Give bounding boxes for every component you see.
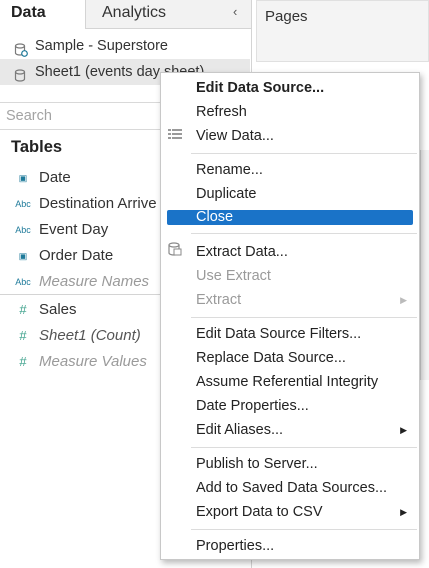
menu-close[interactable]: Close (167, 210, 413, 225)
data-source-label: Sample - Superstore (35, 38, 168, 54)
field-label: Date (39, 169, 71, 186)
menu-properties[interactable]: Properties... (161, 535, 419, 557)
menu-view-data[interactable]: View Data... (161, 125, 419, 147)
pages-label: Pages (265, 8, 308, 25)
menu-extract: Extract ▶ (161, 289, 419, 311)
side-pane-tabs: Data Analytics ‹ (0, 0, 252, 29)
field-label: Sheet1 (Count) (39, 327, 141, 344)
submenu-arrow-icon: ▶ (400, 295, 407, 305)
date-icon: ▣ (18, 251, 28, 261)
field-label: Order Date (39, 247, 114, 264)
tab-analytics[interactable]: Analytics (102, 0, 166, 28)
string-icon: Abc (15, 277, 31, 287)
menu-refresh[interactable]: Refresh (161, 101, 419, 123)
menu-rename[interactable]: Rename... (161, 159, 419, 181)
menu-edit-filters[interactable]: Edit Data Source Filters... (161, 323, 419, 345)
menu-replace-data-source[interactable]: Replace Data Source... (161, 347, 419, 369)
measure-icon: # (19, 328, 27, 343)
menu-separator (191, 233, 417, 234)
field-label: Measure Names (39, 273, 150, 290)
database-icon (14, 66, 28, 92)
pages-shelf[interactable]: Pages (256, 0, 429, 62)
menu-edit-data-source[interactable]: Edit Data Source... (161, 77, 419, 99)
shelf-fragment (420, 150, 429, 380)
field-label: Event Day (39, 221, 109, 238)
menu-separator (191, 317, 417, 318)
menu-separator (191, 529, 417, 530)
data-source-superstore[interactable]: Sample - Superstore (0, 33, 250, 59)
submenu-arrow-icon: ▶ (400, 507, 407, 517)
menu-add-to-saved-data-sources[interactable]: Add to Saved Data Sources... (161, 477, 419, 499)
menu-publish-to-server[interactable]: Publish to Server... (161, 453, 419, 475)
measure-icon: # (19, 354, 27, 369)
menu-export-data-to-csv[interactable]: Export Data to CSV ▶ (161, 501, 419, 523)
date-icon: ▣ (18, 173, 28, 183)
menu-extract-data[interactable]: Extract Data... (161, 241, 419, 263)
menu-separator (191, 153, 417, 154)
field-label: Destination Arrive (39, 195, 157, 212)
menu-date-properties[interactable]: Date Properties... (161, 395, 419, 417)
field-label: Measure Values (39, 353, 147, 370)
menu-use-extract: Use Extract (196, 268, 271, 284)
view-data-icon (166, 125, 184, 147)
extract-icon (166, 241, 184, 264)
submenu-arrow-icon: ▶ (400, 425, 407, 435)
collapse-pane-icon[interactable]: ‹ (233, 4, 237, 19)
menu-edit-aliases[interactable]: Edit Aliases... ▶ (161, 419, 419, 441)
menu-assume-referential-integrity[interactable]: Assume Referential Integrity (161, 371, 419, 393)
tables-header: Tables (11, 138, 63, 156)
string-icon: Abc (15, 225, 31, 235)
field-label: Sales (39, 301, 77, 318)
tab-data[interactable]: Data (0, 0, 86, 29)
measure-icon: # (19, 302, 27, 317)
menu-duplicate[interactable]: Duplicate (161, 183, 419, 205)
string-icon: Abc (15, 199, 31, 209)
context-menu: Edit Data Source... Refresh View Data...… (160, 72, 420, 560)
menu-separator (191, 447, 417, 448)
